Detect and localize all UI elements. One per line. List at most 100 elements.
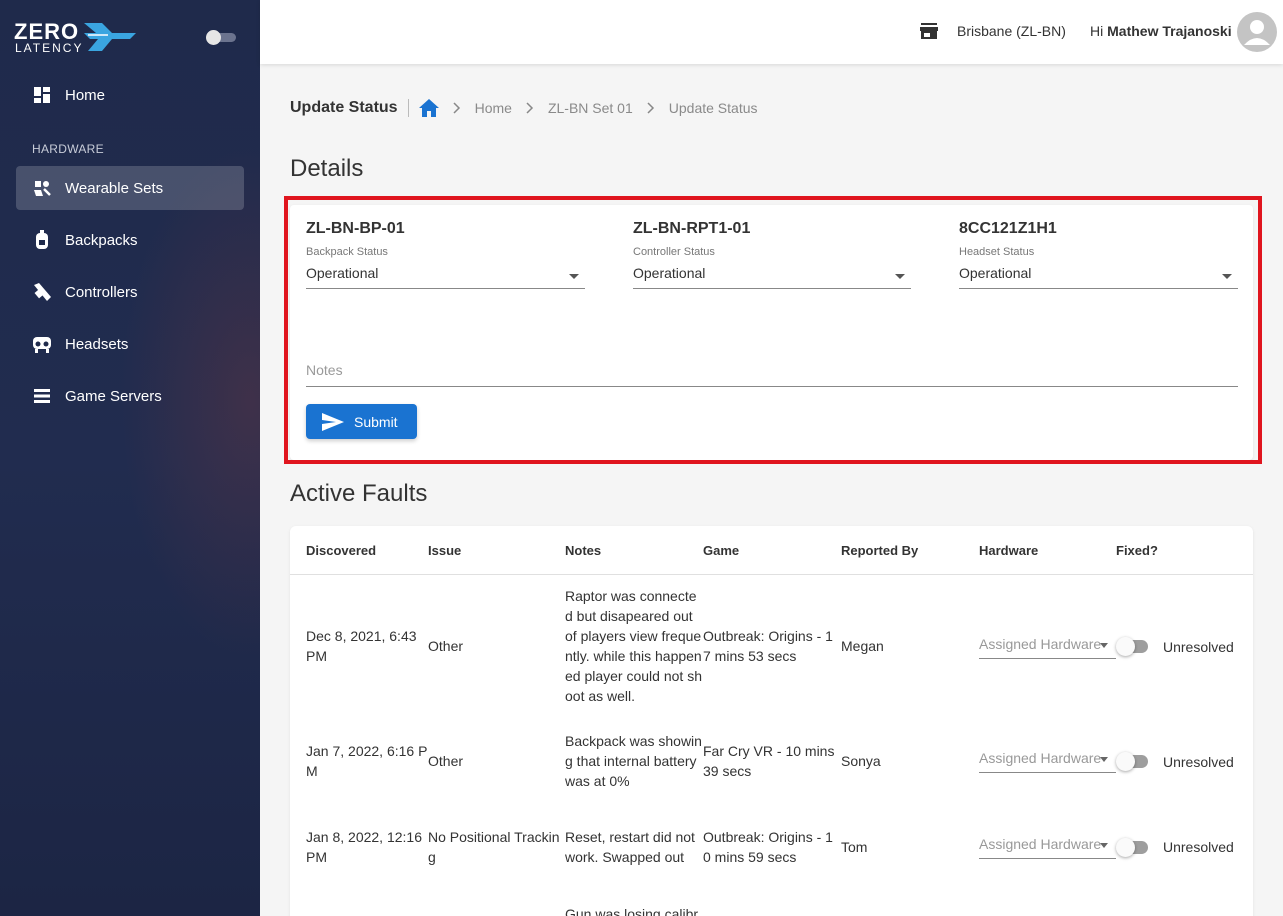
- breadcrumb-current: Update Status: [668, 100, 758, 116]
- zero-latency-logo[interactable]: ZERO LATENCY: [14, 19, 139, 55]
- headset-status-select[interactable]: Operational: [959, 261, 1238, 289]
- dropdown-arrow-icon: [569, 274, 579, 279]
- backpack-name: ZL-BN-BP-01: [306, 220, 405, 237]
- controller-name: ZL-BN-RPT1-01: [633, 220, 751, 237]
- cell-notes: Raptor was connected but disapeared out …: [565, 588, 702, 704]
- details-heading: Details: [290, 155, 364, 182]
- sidebar-item-home[interactable]: Home: [16, 73, 244, 117]
- sidebar-item-label: Controllers: [65, 283, 138, 301]
- cell-reported-by: Megan: [841, 638, 884, 654]
- controller-status-group: ZL-BN-RPT1-01 Controller Status Operatio…: [633, 220, 911, 289]
- cell-game: Far Cry VR - 10 mins 39 secs: [703, 743, 835, 779]
- sidebar-item-label: Game Servers: [65, 387, 162, 405]
- cell-game: Outbreak: Origins - 17 mins 53 secs: [703, 628, 833, 664]
- cell-reported-by: Tom: [841, 839, 868, 855]
- column-notes[interactable]: Notes: [565, 543, 601, 558]
- cell-reported-by: Sonya: [841, 753, 881, 769]
- fixed-switch[interactable]: [1116, 838, 1152, 858]
- cell-discovered: Jan 8, 2022, 12:16 PM: [306, 829, 422, 865]
- dropdown-arrow-icon: [1222, 274, 1232, 279]
- sidebar-item-game-servers[interactable]: Game Servers: [16, 374, 244, 418]
- logo-plane-icon: [84, 23, 136, 51]
- dropdown-arrow-icon: [1100, 643, 1108, 648]
- sidebar-section-hardware: HARDWARE: [32, 142, 104, 156]
- sidebar-item-label: Headsets: [65, 335, 129, 353]
- user-name: Mathew Trajanoski: [1107, 23, 1232, 39]
- avatar[interactable]: [1237, 12, 1277, 52]
- select-placeholder: Assigned Hardware: [979, 636, 1102, 652]
- user-greeting: Hi Mathew Trajanoski: [1090, 23, 1232, 39]
- server-icon: [32, 386, 52, 406]
- sidebar-item-label: Wearable Sets: [65, 179, 164, 197]
- breadcrumb: Update Status Home ZL-BN Set 01 Update S…: [290, 97, 758, 119]
- column-hardware[interactable]: Hardware: [979, 543, 1038, 558]
- theme-toggle[interactable]: [206, 30, 236, 45]
- chevron-right-icon: [647, 102, 655, 114]
- backpack-status-group: ZL-BN-BP-01 Backpack Status Operational: [306, 220, 585, 289]
- assigned-hardware-select[interactable]: Assigned Hardware: [979, 634, 1116, 659]
- fixed-status: Unresolved: [1163, 839, 1234, 855]
- send-icon: [322, 412, 344, 431]
- fixed-switch[interactable]: [1116, 637, 1152, 657]
- column-issue[interactable]: Issue: [428, 543, 461, 558]
- dashboard-icon: [32, 85, 52, 105]
- page-title: Update Status: [290, 99, 398, 116]
- location-label[interactable]: Brisbane (ZL-BN): [957, 23, 1066, 39]
- faults-table: Discovered Issue Notes Game Reported By …: [290, 526, 1253, 916]
- home-icon[interactable]: [418, 99, 439, 117]
- cell-issue: Other: [428, 638, 464, 654]
- dropdown-arrow-icon: [1100, 757, 1108, 762]
- cell-notes: Reset, restart did not work. Swapped out: [565, 829, 695, 865]
- submit-button[interactable]: Submit: [306, 404, 417, 439]
- headset-icon: [32, 334, 52, 354]
- chevron-right-icon: [526, 102, 534, 114]
- select-value: Operational: [633, 265, 706, 281]
- cell-notes: Backpack was showing that internal batte…: [565, 733, 702, 789]
- sidebar-item-label: Home: [65, 86, 106, 104]
- greeting-text: Hi: [1090, 23, 1104, 39]
- dropdown-arrow-icon: [1100, 843, 1108, 848]
- backpack-icon: [32, 230, 52, 250]
- sidebar-item-backpacks[interactable]: Backpacks: [16, 218, 244, 262]
- headset-status-label: Headset Status: [959, 246, 1035, 258]
- sidebar-item-controllers[interactable]: Controllers: [16, 270, 244, 314]
- sidebar-item-wearable-sets[interactable]: Wearable Sets: [16, 166, 244, 210]
- controller-status-select[interactable]: Operational: [633, 261, 911, 289]
- sidebar-item-headsets[interactable]: Headsets: [16, 322, 244, 366]
- headset-status-group: 8CC121Z1H1 Headset Status Operational: [959, 220, 1238, 289]
- backpack-status-label: Backpack Status: [306, 246, 388, 258]
- column-fixed[interactable]: Fixed?: [1116, 543, 1158, 558]
- cell-issue: No Positional Tracking: [428, 829, 560, 865]
- select-placeholder: Assigned Hardware: [979, 836, 1102, 852]
- table-header: Discovered Issue Notes Game Reported By …: [290, 526, 1253, 575]
- sidebar-item-label: Backpacks: [65, 231, 138, 249]
- sidebar: ZERO LATENCY Home HARDWARE Wearable Sets…: [0, 0, 260, 916]
- backpack-status-select[interactable]: Operational: [306, 261, 585, 289]
- assigned-hardware-select[interactable]: Assigned Hardware: [979, 748, 1116, 773]
- column-game[interactable]: Game: [703, 543, 739, 558]
- column-reported-by[interactable]: Reported By: [841, 543, 918, 558]
- breadcrumb-set[interactable]: ZL-BN Set 01: [548, 100, 633, 116]
- cell-game: Outbreak: Origins - 10 mins 59 secs: [703, 829, 833, 865]
- breadcrumb-home[interactable]: Home: [475, 100, 512, 116]
- top-bar: Brisbane (ZL-BN) Hi Mathew Trajanoski: [260, 0, 1283, 64]
- select-placeholder: Assigned Hardware: [979, 750, 1102, 766]
- controller-status-label: Controller Status: [633, 246, 715, 258]
- fixed-status: Unresolved: [1163, 754, 1234, 770]
- person-icon: [1244, 20, 1270, 45]
- notes-input[interactable]: Notes: [306, 362, 1238, 387]
- cell-notes: Gun was losing calibr: [565, 906, 699, 916]
- store-icon[interactable]: [920, 22, 938, 40]
- cell-discovered: Dec 8, 2021, 6:43 PM: [306, 628, 417, 664]
- column-discovered[interactable]: Discovered: [306, 543, 376, 558]
- cell-discovered: Jan 7, 2022, 6:16 PM: [306, 743, 428, 779]
- fixed-status: Unresolved: [1163, 639, 1234, 655]
- assigned-hardware-select[interactable]: Assigned Hardware: [979, 834, 1116, 859]
- wearable-set-icon: [32, 178, 52, 198]
- chevron-right-icon: [453, 102, 461, 114]
- active-faults-heading: Active Faults: [290, 480, 428, 507]
- fixed-switch[interactable]: [1116, 752, 1152, 772]
- breadcrumb-separator: [407, 99, 409, 117]
- cell-issue: Other: [428, 753, 464, 769]
- controller-icon: [32, 282, 52, 302]
